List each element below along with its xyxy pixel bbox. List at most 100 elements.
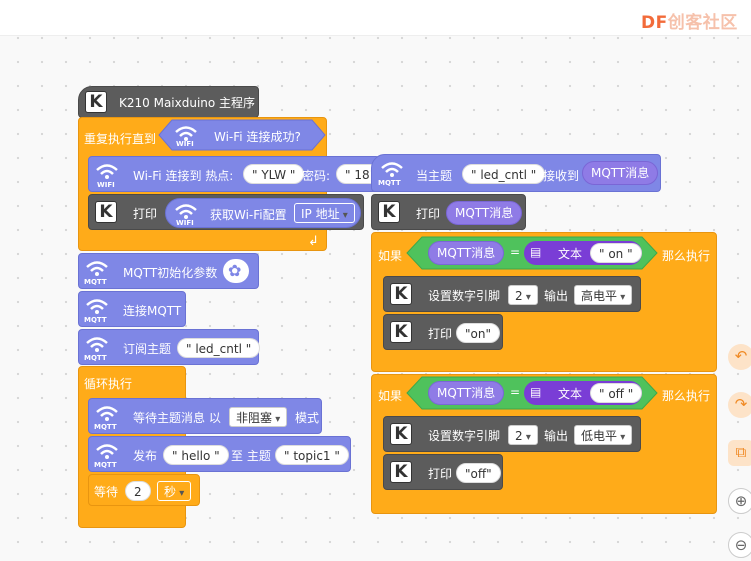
wifi-connected-condition[interactable]: WIFI Wi-Fi 连接成功?: [158, 119, 326, 151]
on-value-input[interactable]: " on ": [590, 243, 642, 263]
mqtt-message-variable[interactable]: MQTT消息: [428, 241, 505, 265]
print-off-input[interactable]: "off": [456, 463, 501, 483]
set-pin-low-block[interactable]: K 设置数字引脚 2 输出 低电平: [383, 416, 641, 452]
text-block[interactable]: ▤ 文本 " on ": [524, 241, 642, 265]
on-topic-received-hat[interactable]: MQTT 当主题 " led_cntl " 接收到 MQTT消息: [371, 154, 661, 192]
brand-logo: DF创客社区: [641, 13, 738, 33]
mqtt-tag: MQTT: [84, 278, 107, 286]
loop-arrow-icon: ↲: [308, 234, 319, 249]
wifi-tag: WIFI: [97, 181, 115, 189]
text-label: 文本: [558, 387, 583, 401]
get-wifi-config-block[interactable]: WIFI 获取Wi-Fi配置 IP 地址: [165, 198, 361, 228]
zoom-in-icon: ⊕: [734, 492, 748, 510]
wifi-connect-label: Wi-Fi 连接到 热点:: [133, 169, 234, 183]
print-label: 打印: [428, 467, 453, 481]
publish-message-input[interactable]: " hello ": [163, 445, 229, 465]
mqtt-init-label: MQTT初始化参数: [123, 266, 218, 280]
received-label: 接收到: [543, 169, 580, 183]
connect-mqtt-block[interactable]: MQTT 连接MQTT: [78, 291, 186, 327]
publish-topic-input[interactable]: " topic1 ": [275, 445, 349, 465]
wifi-tag: WIFI: [176, 219, 194, 227]
level-dropdown[interactable]: 高电平: [574, 285, 633, 305]
mqtt-tag: MQTT: [378, 179, 401, 187]
mode-label: 模式: [295, 411, 320, 425]
forever-label: 循环执行: [84, 377, 133, 391]
settings-gear-button[interactable]: ✿: [223, 259, 249, 283]
wait-seconds-input[interactable]: 2: [125, 481, 151, 501]
publish-block[interactable]: MQTT 发布 " hello " 至 主题 " topic1 ": [88, 436, 351, 472]
handler-topic-input[interactable]: " led_cntl ": [462, 164, 546, 184]
output-label: 输出: [544, 289, 569, 303]
redo-icon: ↷: [734, 395, 748, 413]
print-on-input[interactable]: "on": [456, 323, 500, 343]
gear-icon: ✿: [228, 261, 242, 280]
if-label: 如果: [378, 389, 403, 403]
then-label: 那么执行: [662, 389, 711, 403]
zoom-out-button[interactable]: ⊖: [728, 532, 751, 558]
then-label: 那么执行: [662, 249, 711, 263]
set-pin-high-block[interactable]: K 设置数字引脚 2 输出 高电平: [383, 276, 641, 312]
ip-address-dropdown[interactable]: IP 地址: [294, 203, 355, 223]
pin-dropdown[interactable]: 2: [508, 285, 538, 305]
equals-condition-on[interactable]: MQTT消息 = ▤ 文本 " on ": [406, 236, 658, 270]
k210-icon: K: [390, 321, 412, 343]
print-message-block[interactable]: K 打印 MQTT消息: [371, 194, 526, 230]
mqtt-message-variable[interactable]: MQTT消息: [582, 161, 659, 185]
subscribe-label: 订阅主题: [123, 342, 172, 356]
crop-button[interactable]: ⧉: [728, 440, 751, 466]
print-on-block[interactable]: K 打印 "on": [383, 314, 503, 350]
wait-seconds-block[interactable]: 等待 2 秒: [88, 474, 200, 506]
time-unit-dropdown[interactable]: 秒: [157, 481, 192, 501]
print-ip-block[interactable]: K 打印 WIFI 获取Wi-Fi配置 IP 地址: [88, 194, 364, 230]
if-label: 如果: [378, 249, 403, 263]
wait-message-label: 等待主题消息 以: [133, 411, 221, 425]
wait-message-block[interactable]: MQTT 等待主题消息 以 非阻塞 模式: [88, 398, 322, 434]
wifi-connected-label: Wi-Fi 连接成功?: [214, 130, 301, 144]
pin-dropdown[interactable]: 2: [508, 425, 538, 445]
k210-icon: K: [85, 91, 107, 113]
print-label: 打印: [428, 327, 453, 341]
password-label: 密码:: [302, 169, 331, 183]
mqtt-message-variable[interactable]: MQTT消息: [428, 381, 505, 405]
print-label: 打印: [416, 207, 441, 221]
zoom-in-button[interactable]: ⊕: [728, 488, 751, 514]
equals-label: =: [510, 245, 521, 259]
output-label: 输出: [544, 429, 569, 443]
mqtt-tag: MQTT: [94, 461, 117, 469]
main-program-hat[interactable]: K K210 Maixduino 主程序: [78, 86, 259, 118]
text-icon: ▤: [530, 385, 542, 399]
redo-button[interactable]: ↷: [728, 392, 751, 418]
print-label: 打印: [133, 207, 158, 221]
equals-label: =: [510, 385, 521, 399]
text-label: 文本: [558, 247, 583, 261]
wifi-connect-block[interactable]: WIFI Wi-Fi 连接到 热点: " YLW " 密码: " 181: [88, 156, 387, 192]
zoom-out-icon: ⊖: [734, 536, 748, 554]
text-block[interactable]: ▤ 文本 " off ": [524, 381, 643, 405]
mqtt-message-variable[interactable]: MQTT消息: [446, 201, 523, 225]
publish-label: 发布: [133, 449, 158, 463]
to-topic-label: 至 主题: [231, 449, 271, 463]
ssid-input[interactable]: " YLW ": [243, 164, 305, 184]
top-bar: DF创客社区: [0, 0, 751, 36]
when-topic-label: 当主题: [416, 169, 453, 183]
connect-mqtt-label: 连接MQTT: [123, 304, 182, 318]
off-value-input[interactable]: " off ": [590, 383, 643, 403]
k210-icon: K: [390, 283, 412, 305]
repeat-until-label: 重复执行直到: [84, 132, 157, 146]
undo-icon: ↶: [734, 347, 748, 365]
wait-label: 等待: [94, 485, 119, 499]
print-off-block[interactable]: K 打印 "off": [383, 454, 503, 490]
undo-button[interactable]: ↶: [728, 344, 751, 370]
wifi-tag: WIFI: [176, 140, 194, 148]
mode-dropdown[interactable]: 非阻塞: [229, 407, 288, 427]
crop-icon: ⧉: [735, 443, 747, 461]
set-pin-label: 设置数字引脚: [428, 429, 501, 443]
equals-condition-off[interactable]: MQTT消息 = ▤ 文本 " off ": [406, 376, 658, 410]
mqtt-tag: MQTT: [84, 354, 107, 362]
level-dropdown[interactable]: 低电平: [574, 425, 633, 445]
mqtt-init-block[interactable]: MQTT MQTT初始化参数 ✿: [78, 253, 259, 289]
mqtt-tag: MQTT: [94, 423, 117, 431]
k210-icon: K: [378, 201, 400, 223]
subscribe-topic-input[interactable]: " led_cntl ": [177, 338, 261, 358]
subscribe-block[interactable]: MQTT 订阅主题 " led_cntl ": [78, 329, 261, 365]
